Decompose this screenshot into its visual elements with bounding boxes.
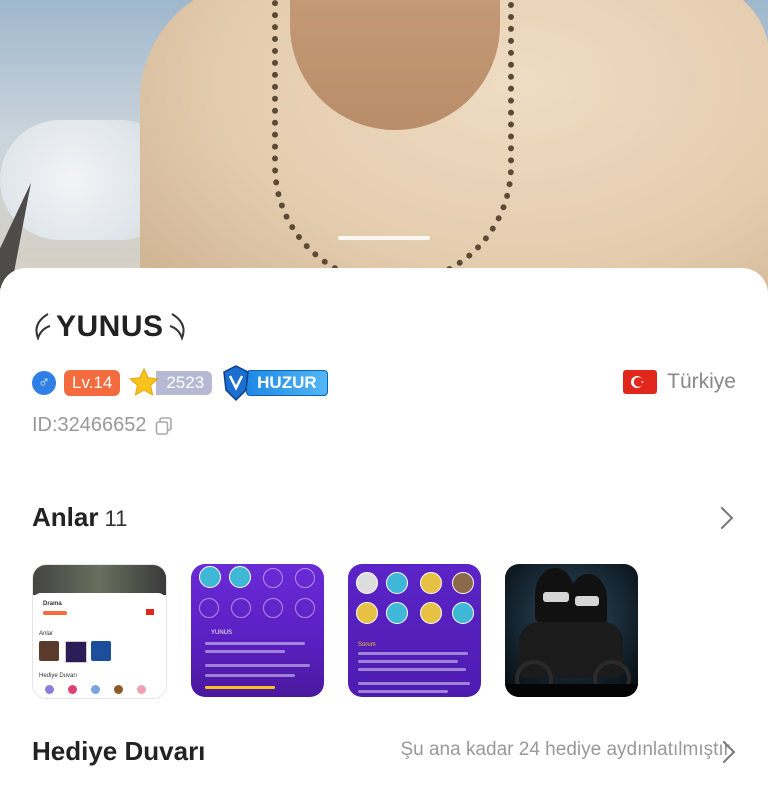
seat-avatar xyxy=(452,572,474,594)
thumb-username: YUNUS xyxy=(211,630,233,636)
guild-badge[interactable]: HUZUR xyxy=(220,365,328,402)
thumb-gifts xyxy=(45,685,146,694)
right-wing-icon xyxy=(169,313,185,341)
mask xyxy=(543,592,569,602)
drag-handle[interactable] xyxy=(338,236,430,240)
seat-avatar xyxy=(420,602,442,624)
empty-seat xyxy=(231,598,251,618)
moment-thumbnail[interactable]: Drama Anlar Hediye Duvarı xyxy=(32,564,167,699)
chat-line xyxy=(358,660,458,663)
chat-line xyxy=(358,690,448,693)
left-wing-icon xyxy=(35,313,51,341)
user-name: YUNUS xyxy=(56,310,164,343)
seat-avatar xyxy=(356,602,378,624)
thumb-gift: Hediye Duvarı xyxy=(39,673,78,679)
ground xyxy=(505,684,638,697)
cover-chain xyxy=(272,0,514,286)
gift-dot xyxy=(91,685,100,694)
star-icon xyxy=(129,367,160,396)
guild-name: HUZUR xyxy=(246,370,328,396)
thumb-title: Drama xyxy=(43,601,62,607)
empty-seat xyxy=(295,598,315,618)
badge-row: ♂ Lv.14 2523 HUZUR xyxy=(32,365,328,402)
gift-dot xyxy=(137,685,146,694)
level-badge[interactable]: Lv.14 xyxy=(64,370,121,396)
moments-title: Anlar xyxy=(32,502,99,532)
moments-header[interactable]: Anlar 11 xyxy=(32,502,127,533)
seat-avatar xyxy=(452,602,474,624)
name-row: YUNUS xyxy=(32,305,188,349)
seat-avatar xyxy=(386,602,408,624)
moments-count: 11 xyxy=(104,506,128,531)
guild-emblem-icon xyxy=(223,365,249,402)
gift-wall-summary[interactable]: Şu ana kadar 24 hediye aydınlatılmıştır xyxy=(400,739,730,761)
thumb-badge xyxy=(43,611,67,615)
thumb-username: Sorum xyxy=(358,642,376,648)
chat-line xyxy=(358,652,468,655)
seat-avatar xyxy=(420,572,442,594)
user-id: ID:32466652 xyxy=(32,414,147,436)
thumb-sub: Anlar xyxy=(39,631,54,637)
empty-seat xyxy=(263,568,283,588)
chat-line xyxy=(358,668,466,671)
chat-line xyxy=(205,674,295,677)
moments-thumbnails: Drama Anlar Hediye Duvarı YUNUS Sorum xyxy=(32,564,638,699)
id-row: ID:32466652 xyxy=(32,414,173,437)
gift-dot xyxy=(114,685,123,694)
chat-line xyxy=(205,686,275,689)
chat-line xyxy=(205,650,285,653)
empty-seat xyxy=(295,568,315,588)
empty-seat xyxy=(199,598,219,618)
seat-avatar xyxy=(229,566,251,588)
gift-dot xyxy=(45,685,54,694)
chat-line xyxy=(205,642,305,645)
moment-thumbnail[interactable]: YUNUS xyxy=(191,564,324,697)
thumb-flag xyxy=(146,609,154,615)
chat-line xyxy=(205,664,310,667)
empty-seat xyxy=(263,598,283,618)
cover-photo[interactable] xyxy=(0,0,768,300)
country-name: Türkiye xyxy=(667,370,736,393)
thumb-img-2 xyxy=(65,641,87,663)
moment-thumbnail[interactable]: Sorum xyxy=(348,564,481,697)
star-value: 2523 xyxy=(156,371,213,395)
moment-thumbnail[interactable] xyxy=(505,564,638,697)
thumb-cover xyxy=(33,565,166,595)
gift-dot xyxy=(68,685,77,694)
turkey-flag-icon xyxy=(623,370,658,394)
seat-avatar xyxy=(386,572,408,594)
thumb-panel: Drama Anlar Hediye Duvarı xyxy=(33,593,166,698)
mask xyxy=(575,596,599,606)
country: Türkiye xyxy=(623,370,736,394)
seat-avatar xyxy=(199,566,221,588)
male-icon: ♂ xyxy=(32,371,56,395)
seat-avatar xyxy=(356,572,378,594)
copy-icon[interactable] xyxy=(155,416,173,435)
thumb-img-1 xyxy=(39,641,59,661)
star-badge[interactable]: 2523 xyxy=(128,367,213,396)
thumb-img-3 xyxy=(91,641,111,661)
gift-wall-title[interactable]: Hediye Duvarı xyxy=(32,736,205,767)
chat-line xyxy=(358,682,470,685)
